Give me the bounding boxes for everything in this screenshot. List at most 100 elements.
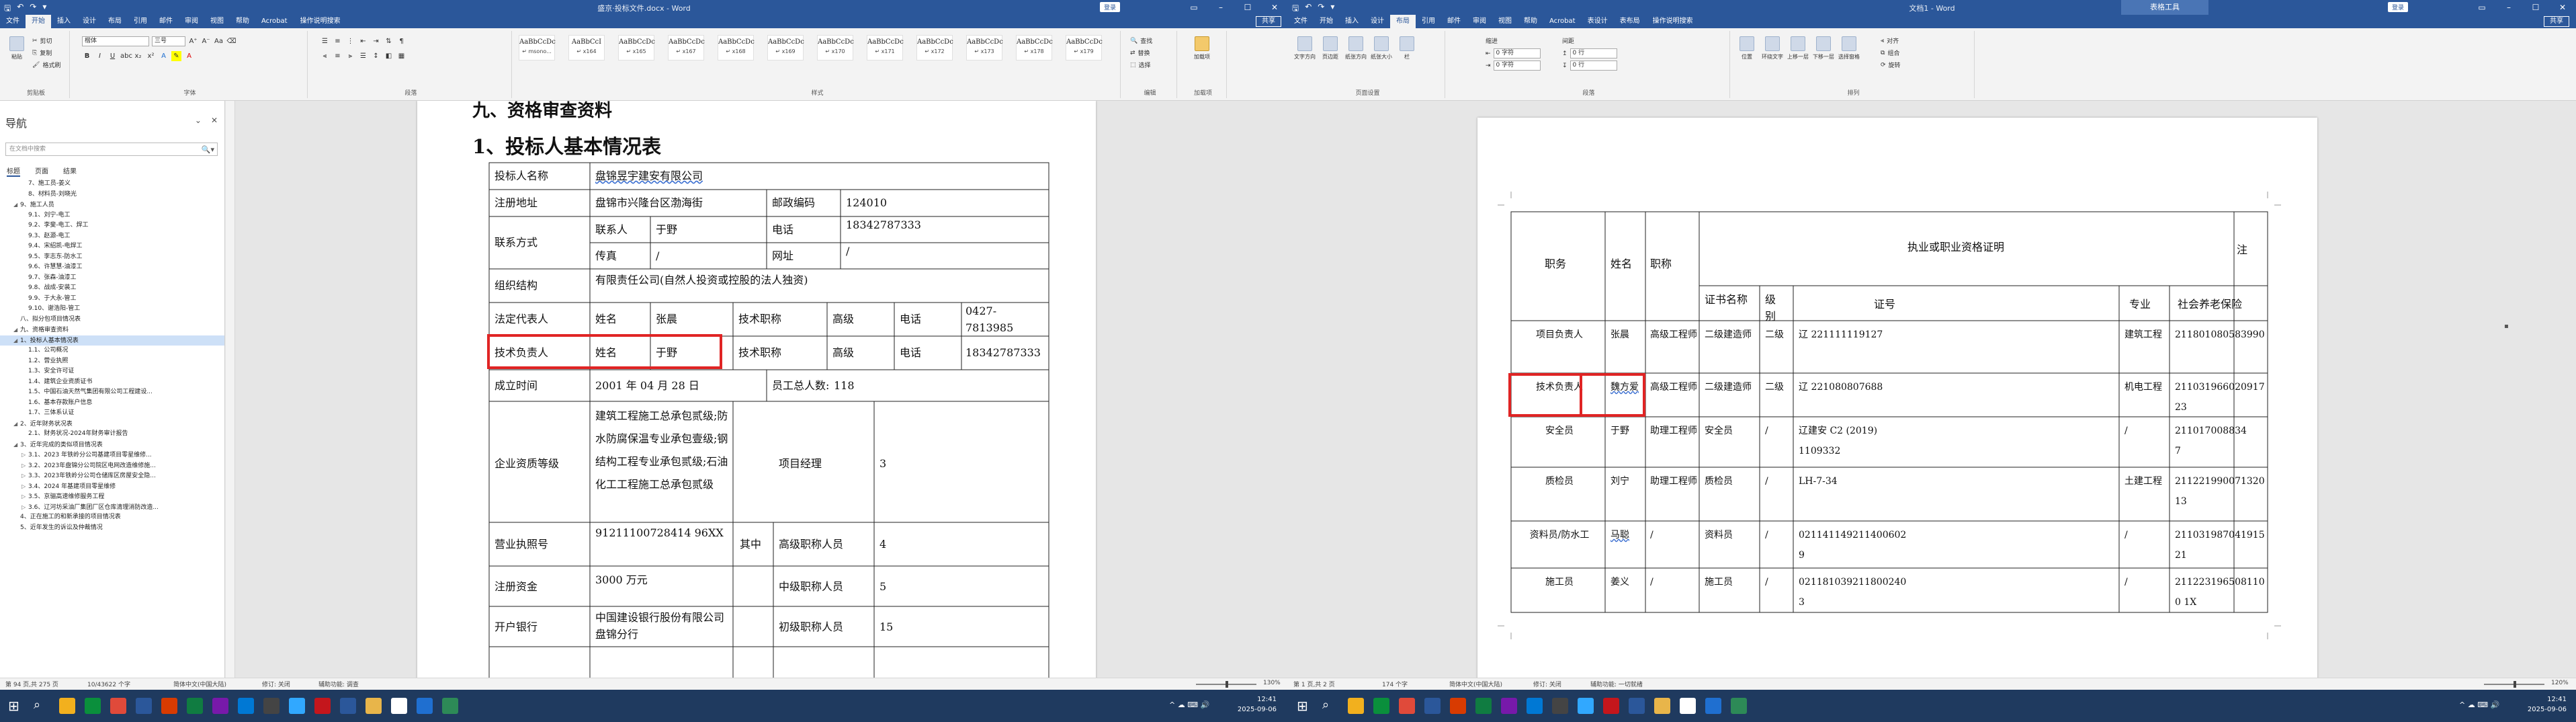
taskbar-app-icon[interactable] bbox=[1348, 698, 1364, 714]
maximize-button[interactable]: ☐ bbox=[1234, 0, 1261, 15]
tab-0[interactable]: 文件 bbox=[0, 15, 26, 28]
subscript-icon[interactable]: x₂ bbox=[133, 51, 143, 61]
style-gallery-item[interactable]: AaBbCcDc ↵ x165 bbox=[618, 35, 655, 61]
page-count[interactable]: 第 94 页,共 275 页 bbox=[5, 680, 58, 688]
address-value[interactable]: 盘锦市兴隆台区渤海街 bbox=[595, 194, 703, 211]
staff-major[interactable]: 建筑工程 bbox=[2124, 325, 2167, 345]
staff-major[interactable]: 机电工程 bbox=[2124, 377, 2167, 397]
send-backward-button[interactable]: 下移一层 bbox=[1812, 36, 1835, 61]
expand-caret-icon[interactable]: ▷ bbox=[22, 460, 28, 471]
nav-heading-item[interactable]: 八、拟分包项目情况表 bbox=[0, 315, 224, 325]
staff-role[interactable]: 技术负责人 bbox=[1516, 377, 1602, 397]
ribbon-display-icon[interactable]: ▭ bbox=[1180, 0, 1207, 15]
tell-me-search[interactable]: 操作说明搜索 bbox=[294, 15, 347, 28]
zoom-slider-knob[interactable] bbox=[2514, 681, 2516, 688]
taskbar-app-icon[interactable] bbox=[1501, 698, 1517, 714]
legal-name-value[interactable]: 张晨 bbox=[656, 311, 677, 327]
taskbar-app-icon[interactable] bbox=[238, 698, 254, 714]
columns-button[interactable]: 栏 bbox=[1396, 36, 1418, 61]
superscript-icon[interactable]: x² bbox=[146, 51, 156, 61]
staff-grade[interactable]: / bbox=[1765, 525, 1789, 545]
bullets-icon[interactable]: ☰ bbox=[320, 36, 330, 46]
share-button[interactable]: 共享 bbox=[2544, 16, 2569, 27]
bring-forward-button[interactable]: 上移一层 bbox=[1787, 36, 1809, 61]
bold-icon[interactable]: B bbox=[82, 51, 92, 61]
clock-right[interactable]: 12:41 2025-09-06 bbox=[2526, 694, 2567, 715]
space-after-input[interactable]: 0 行 bbox=[1570, 61, 1617, 71]
tech-tel-value[interactable]: 18342787333 bbox=[965, 344, 1041, 361]
fax-value[interactable]: / bbox=[656, 247, 659, 264]
taskbar-app-icon[interactable] bbox=[1578, 698, 1594, 714]
expand-caret-icon[interactable]: ▷ bbox=[22, 491, 28, 502]
staff-social-insurance[interactable]: 211017008834 7 bbox=[2175, 421, 2247, 461]
taskbar-app-icon[interactable] bbox=[340, 698, 356, 714]
staff-major[interactable]: / bbox=[2124, 525, 2167, 545]
taskbar-app-icon[interactable] bbox=[1450, 698, 1466, 714]
nav-heading-item[interactable]: 9.8、战成-安装工 bbox=[0, 283, 224, 294]
staff-cert-no[interactable]: 辽 221111119127 bbox=[1799, 325, 1899, 345]
staff-grade[interactable]: 二级 bbox=[1765, 377, 1789, 397]
format-painter-button[interactable]: 🖌 格式刷 bbox=[32, 61, 60, 70]
taskbar-app-icon[interactable] bbox=[289, 698, 305, 714]
nav-heading-item[interactable]: ◢ 1、投标人基本情况表 bbox=[0, 335, 224, 346]
style-gallery-item[interactable]: AaBbCcDc ↵ x172 bbox=[916, 35, 953, 61]
staff-social-insurance[interactable]: 211031987041915 21 bbox=[2175, 525, 2265, 565]
nav-heading-item[interactable]: 9.3、赵源-电工 bbox=[0, 231, 224, 242]
selection-pane-button[interactable]: 选择窗格 bbox=[1838, 36, 1860, 61]
sort-icon[interactable]: ⇅ bbox=[384, 36, 394, 46]
numbering-icon[interactable]: ≡ bbox=[333, 36, 343, 46]
nav-heading-item[interactable]: ◢ 2、近年财务状况表 bbox=[0, 419, 224, 430]
taskbar-app-icon[interactable] bbox=[1424, 698, 1441, 714]
taskbar-app-icon[interactable] bbox=[1475, 698, 1492, 714]
staff-grade[interactable]: / bbox=[1765, 421, 1789, 441]
show-marks-icon[interactable]: ¶ bbox=[396, 36, 406, 46]
cut-button[interactable]: ✂ 剪切 bbox=[32, 36, 52, 46]
text-effects-icon[interactable]: A bbox=[159, 51, 169, 61]
tab-1[interactable]: 开始 bbox=[26, 15, 51, 28]
bidder-name-value[interactable]: 盘锦昱宇建安有限公司 bbox=[595, 167, 703, 184]
wrap-text-button[interactable]: 环绕文字 bbox=[1761, 36, 1784, 61]
tab-10[interactable]: Acrobat bbox=[1543, 15, 1582, 28]
nav-heading-item[interactable]: 7、施工员-姜义 bbox=[0, 179, 224, 190]
founded-value[interactable]: 2001 年 04 月 28 日 bbox=[595, 377, 699, 394]
page-count[interactable]: 第 1 页,共 2 页 bbox=[1293, 680, 1335, 688]
nav-heading-item[interactable]: 8、材料员-刘晓光 bbox=[0, 190, 224, 200]
staff-cert-no[interactable]: 021181039211800240 3 bbox=[1799, 572, 1906, 612]
staff-name[interactable]: 魏方爱 bbox=[1611, 377, 1643, 397]
addin-button[interactable]: 加载项 bbox=[1191, 36, 1213, 61]
nav-tab-1[interactable]: 页面 bbox=[35, 165, 48, 177]
multilevel-list-icon[interactable]: ⋮ bbox=[345, 36, 355, 46]
capital-value[interactable]: 3000 万元 bbox=[595, 571, 648, 588]
indent-left-input[interactable]: 0 字符 bbox=[1493, 48, 1541, 58]
website-value[interactable]: / bbox=[846, 243, 849, 259]
font-color-icon[interactable]: A bbox=[184, 51, 194, 61]
zoom-level[interactable]: 120% bbox=[2551, 680, 2569, 686]
align-center-icon[interactable]: ≡ bbox=[333, 51, 343, 61]
nav-close-icon[interactable]: ✕ bbox=[211, 116, 218, 125]
tab-10[interactable]: Acrobat bbox=[255, 15, 294, 28]
nav-heading-item[interactable]: 1.4、建筑企业资质证书 bbox=[0, 377, 224, 388]
word-count[interactable]: 174 个字 bbox=[1382, 680, 1408, 688]
legal-title-value[interactable]: 高级 bbox=[832, 311, 854, 327]
expand-caret-icon[interactable]: ◢ bbox=[13, 335, 20, 346]
nav-heading-item[interactable]: 1.2、营业执照 bbox=[0, 356, 224, 367]
staff-cert-no[interactable]: 辽建安 C2 (2019) 1109332 bbox=[1799, 421, 1899, 461]
paper-size-button[interactable]: 纸张大小 bbox=[1370, 36, 1393, 61]
license-value[interactable]: 91211100728414 96XX bbox=[595, 524, 724, 541]
staff-major[interactable]: 土建工程 bbox=[2124, 471, 2167, 491]
search-icon[interactable]: ⌕ bbox=[1322, 698, 1338, 714]
tab-9[interactable]: 帮助 bbox=[230, 15, 255, 28]
taskbar-app-icon[interactable] bbox=[187, 698, 203, 714]
language[interactable]: 简体中文(中国大陆) bbox=[1449, 680, 1502, 688]
track-changes[interactable]: 修订: 关闭 bbox=[262, 680, 290, 688]
nav-heading-item[interactable]: ▷ 3.5、京骊高速维修服务工程 bbox=[0, 491, 224, 502]
borders-icon[interactable]: ▦ bbox=[396, 51, 406, 61]
group-button[interactable]: ⧉ 组合 bbox=[1881, 48, 1899, 58]
align-left-icon[interactable]: ⫷ bbox=[320, 51, 330, 61]
close-button[interactable]: ✕ bbox=[1261, 0, 1288, 15]
zoom-level[interactable]: 130% bbox=[1263, 680, 1281, 686]
staff-title[interactable]: 助理工程师 bbox=[1650, 421, 1697, 441]
style-gallery-item[interactable]: AaBbCcDc ↵ x167 bbox=[668, 35, 705, 61]
org-structure-value[interactable]: 有限责任公司(自然人投资或控股的法人独资) bbox=[595, 272, 808, 288]
style-gallery-item[interactable]: AaBbCcDc ↵ x179 bbox=[1066, 35, 1103, 61]
